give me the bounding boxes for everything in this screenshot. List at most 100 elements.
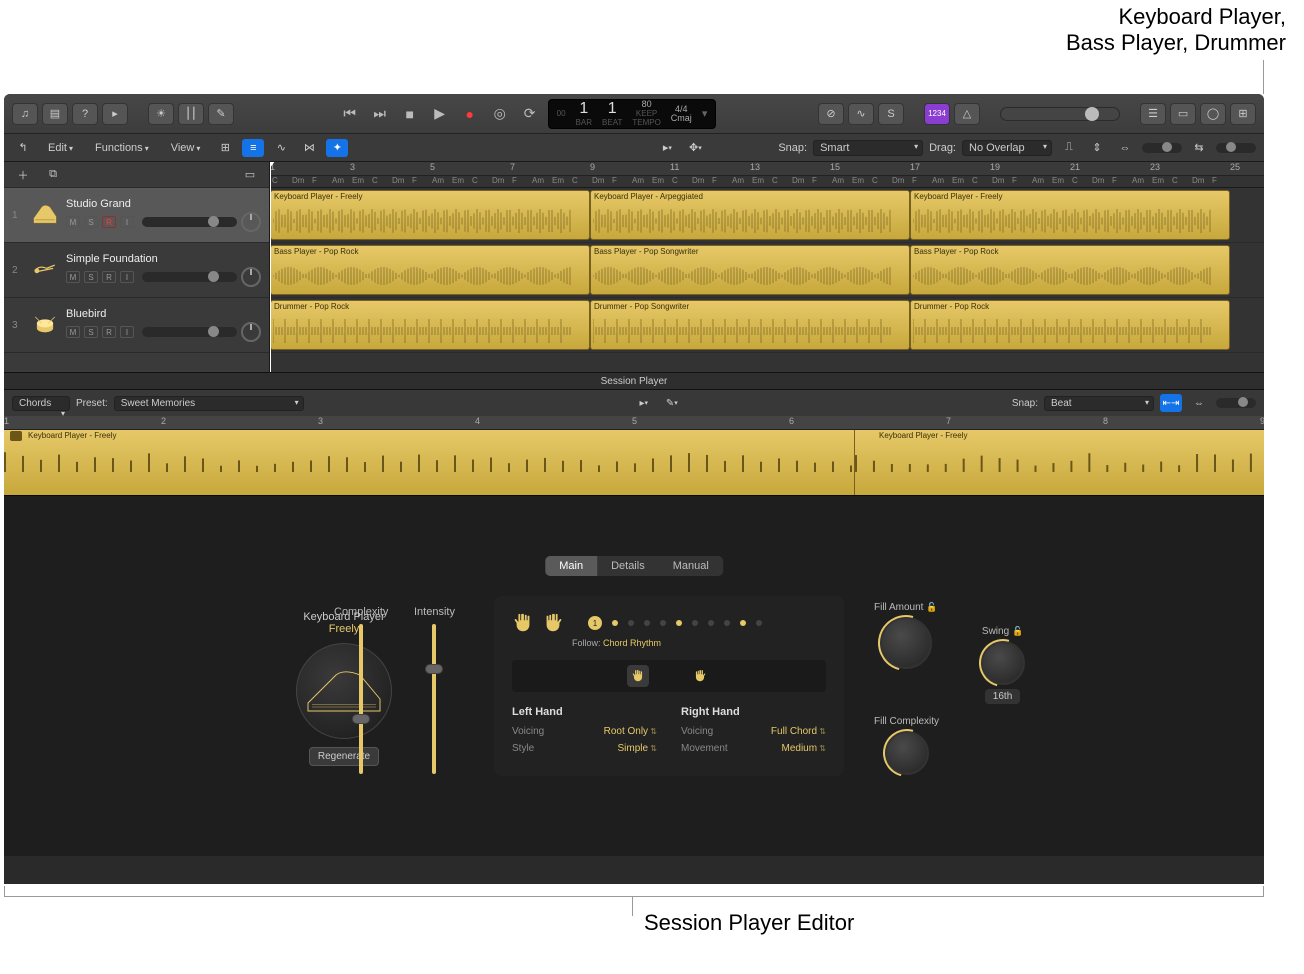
step-dot[interactable] <box>740 620 746 626</box>
mute-button[interactable]: M <box>66 271 80 283</box>
region[interactable]: Drummer - Pop Rock <box>270 300 590 350</box>
mute-button[interactable]: M <box>66 326 80 338</box>
intensity-slider[interactable] <box>432 624 436 774</box>
input-button[interactable]: I <box>120 326 134 338</box>
stop-button[interactable]: ■ <box>396 102 424 126</box>
hzoom-icon[interactable]: ⇔ <box>1114 139 1136 157</box>
track-pan[interactable] <box>241 267 261 287</box>
flex-icon[interactable]: ⋈ <box>298 139 320 157</box>
session-icon[interactable]: ✦ <box>326 139 348 157</box>
region[interactable]: Bass Player - Pop Rock <box>910 245 1230 295</box>
bar-ruler[interactable]: 135791113151719212325 <box>270 162 1264 176</box>
solo-icon[interactable]: S <box>878 103 904 125</box>
step-dot[interactable] <box>692 620 698 626</box>
chords-select[interactable]: Chords <box>12 396 70 411</box>
lcd-display[interactable]: 00 1BAR 1BEAT 80KEEPTEMPO 4/4Cmaj ▾ <box>548 99 717 129</box>
lock-icon[interactable]: 🔓 <box>926 602 937 612</box>
tab-manual[interactable]: Manual <box>659 556 723 576</box>
session-region[interactable]: Keyboard Player - Freely <box>4 430 854 495</box>
tab-details[interactable]: Details <box>597 556 659 576</box>
sp-zoom-slider[interactable] <box>1216 398 1256 408</box>
right-hand-icon[interactable] <box>542 612 564 634</box>
vzoom-icon[interactable]: ⇕ <box>1086 139 1108 157</box>
step-dot[interactable] <box>628 620 634 626</box>
region[interactable]: Bass Player - Pop Rock <box>270 245 590 295</box>
track-header[interactable]: 2 Simple Foundation M S R I <box>4 243 269 298</box>
list-icon[interactable]: ☰ <box>1140 103 1166 125</box>
input-button[interactable]: I <box>120 271 134 283</box>
rewind-button[interactable]: ⏮ <box>336 102 364 126</box>
record-enable-button[interactable]: R <box>102 326 116 338</box>
add-track-button[interactable]: ＋ <box>12 166 34 184</box>
right-movement-value[interactable]: Medium <box>781 743 826 754</box>
lock-icon[interactable]: 🔓 <box>1012 626 1023 636</box>
step-dot[interactable] <box>676 620 682 626</box>
pointer-tool[interactable]: ▸▾ <box>656 139 678 157</box>
track-header[interactable]: 1 Studio Grand M S R I <box>4 188 269 243</box>
sp-pointer-tool[interactable]: ▸▾ <box>633 394 655 412</box>
left-hand-tab[interactable] <box>627 665 649 687</box>
session-region-area[interactable]: Keyboard Player - FreelyKeyboard Player … <box>4 430 1264 496</box>
region[interactable]: Drummer - Pop Songwriter <box>590 300 910 350</box>
back-icon[interactable]: ↰ <box>12 139 34 157</box>
step-dot[interactable] <box>724 620 730 626</box>
region[interactable]: Keyboard Player - Arpeggiated <box>590 190 910 240</box>
right-hand-tab[interactable] <box>689 665 711 687</box>
step-dots[interactable]: 1 <box>588 616 762 630</box>
sp-hzoom-icon[interactable]: ⇔ <box>1188 394 1210 412</box>
step-dot[interactable] <box>612 620 618 626</box>
catch-icon[interactable]: ⇤⇥ <box>1160 394 1182 412</box>
track-pan[interactable] <box>241 322 261 342</box>
region[interactable]: Drummer - Pop Rock <box>910 300 1230 350</box>
track-volume[interactable] <box>142 272 237 282</box>
step-dot[interactable] <box>660 620 666 626</box>
track-volume[interactable] <box>142 217 237 227</box>
record-enable-button[interactable]: R <box>102 216 116 228</box>
left-style-value[interactable]: Simple <box>617 743 657 754</box>
duplicate-track-icon[interactable]: ⧉ <box>42 166 64 184</box>
tool-icon[interactable]: ✎ <box>208 103 234 125</box>
view-menu[interactable]: View▾ <box>163 140 209 156</box>
marquee-tool[interactable]: ✥▾ <box>684 139 706 157</box>
track-header[interactable]: 3 Bluebird M S R I <box>4 298 269 353</box>
solo-button[interactable]: S <box>84 326 98 338</box>
automation-view-icon[interactable]: ∿ <box>270 139 292 157</box>
session-region[interactable]: Keyboard Player - Freely <box>854 430 1264 495</box>
fill-complexity-knob[interactable] <box>885 731 929 775</box>
session-ruler[interactable]: 123456789 <box>4 416 1264 430</box>
step-1[interactable]: 1 <box>588 616 602 630</box>
vzoom-slider[interactable] <box>1142 143 1182 153</box>
sp-snap-select[interactable]: Beat <box>1044 396 1154 411</box>
help-icon[interactable]: ? <box>72 103 98 125</box>
tuner-icon[interactable]: ∿ <box>848 103 874 125</box>
complexity-slider[interactable] <box>359 624 363 774</box>
snap-select[interactable]: Smart <box>813 140 923 156</box>
left-voicing-value[interactable]: Root Only <box>604 726 657 737</box>
capture-icon[interactable]: ◎ <box>486 102 514 126</box>
settings-icon[interactable]: ☀ <box>148 103 174 125</box>
forward-button[interactable]: ⏭ <box>366 102 394 126</box>
play-button[interactable]: ▶ <box>426 102 454 126</box>
step-dot[interactable] <box>756 620 762 626</box>
track-pan[interactable] <box>241 212 261 232</box>
arrange-area[interactable]: 135791113151719212325 CDmFAmEmCDmFAmEmCD… <box>270 162 1264 372</box>
region[interactable]: Keyboard Player - Freely <box>270 190 590 240</box>
tab-main[interactable]: Main <box>545 556 597 576</box>
global-tracks-icon[interactable]: ▭ <box>239 166 261 184</box>
playhead[interactable] <box>270 162 271 372</box>
hzoom-slider[interactable] <box>1216 143 1256 153</box>
fill-amount-knob[interactable] <box>880 617 932 669</box>
record-enable-button[interactable]: R <box>102 271 116 283</box>
cycle-toggle[interactable]: ⊘ <box>818 103 844 125</box>
step-dot[interactable] <box>644 620 650 626</box>
right-voicing-value[interactable]: Full Chord <box>771 726 826 737</box>
input-button[interactable]: I <box>120 216 134 228</box>
mute-button[interactable]: M <box>66 216 80 228</box>
grid-icon[interactable]: ⊞ <box>214 139 236 157</box>
preset-select[interactable]: Sweet Memories <box>114 396 304 411</box>
swing-knob[interactable] <box>981 641 1025 685</box>
functions-menu[interactable]: Functions▾ <box>87 140 157 156</box>
mixer-icon[interactable]: ▤ <box>42 103 68 125</box>
browser-icon[interactable]: ⊞ <box>1230 103 1256 125</box>
automation-icon[interactable]: ⎮⎮ <box>178 103 204 125</box>
